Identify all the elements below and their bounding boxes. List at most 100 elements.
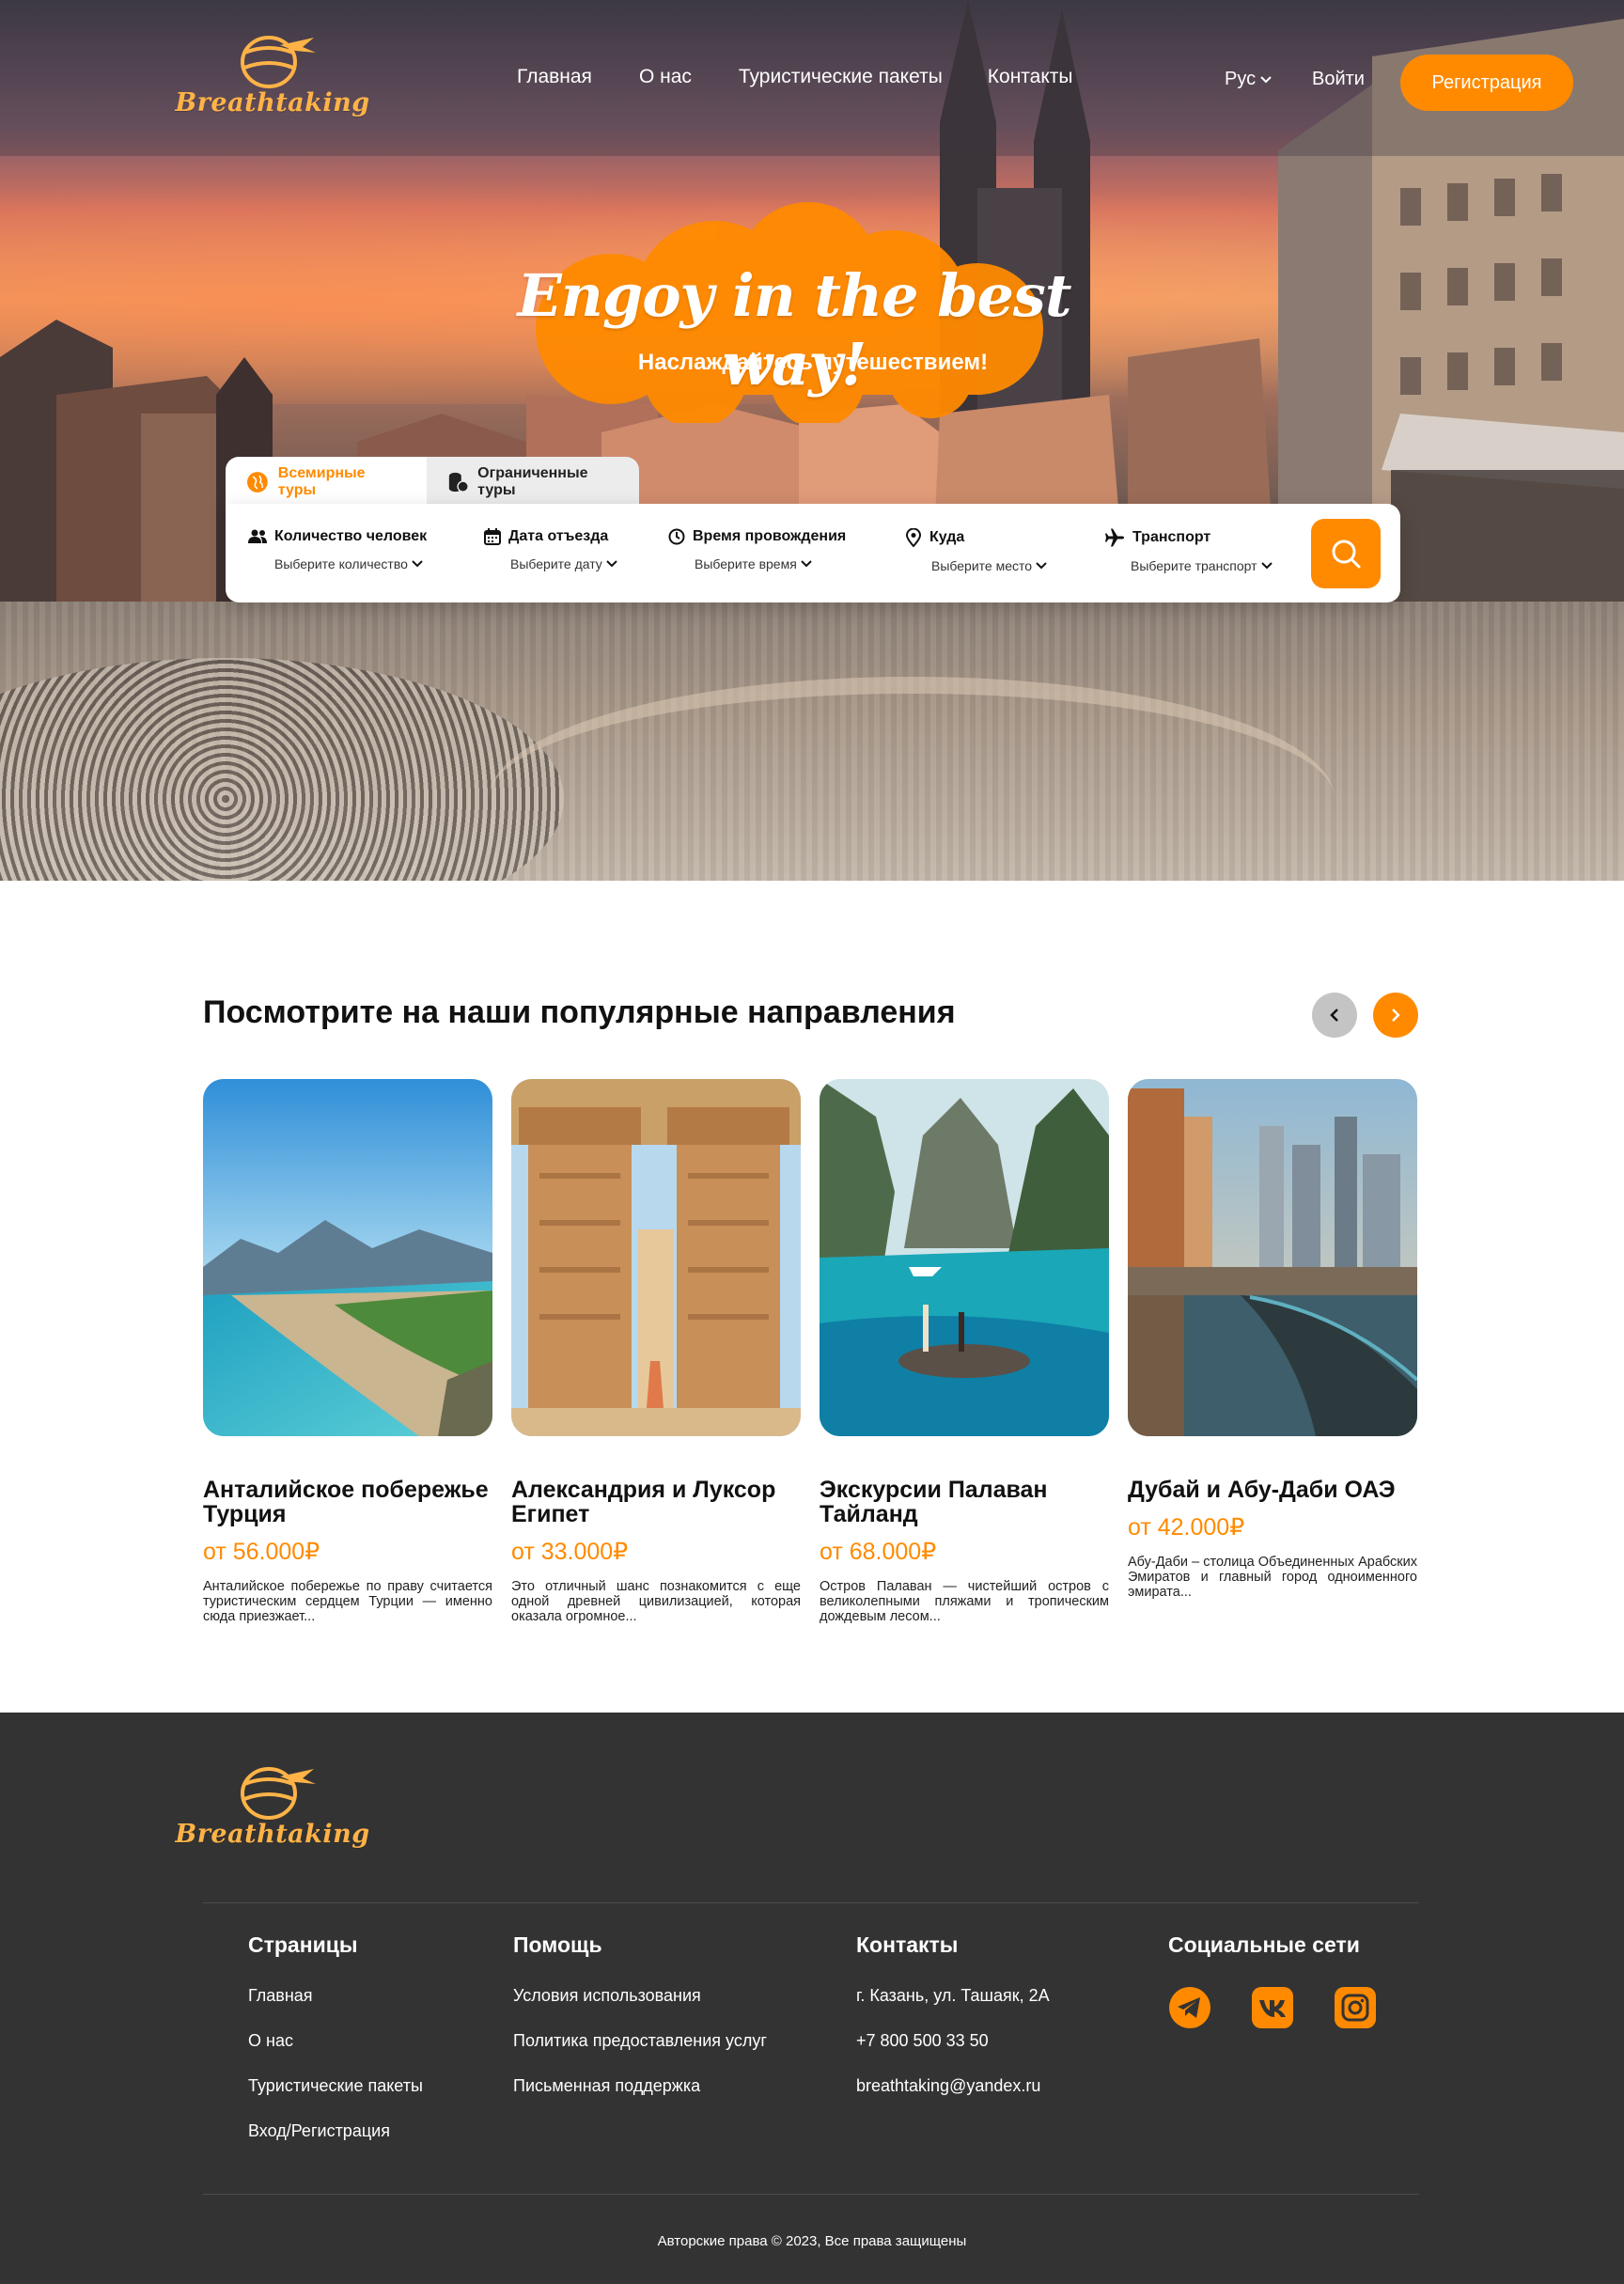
airplane-icon [1105,528,1124,547]
destination-image-luxor [511,1079,801,1436]
footer-link-login-register[interactable]: Вход/Регистрация [248,2121,423,2141]
footer-contact-address: г. Казань, ул. Ташаяк, 2А [856,1986,1050,2005]
footer-column-title: Страницы [248,1932,358,1957]
destination-title: Анталийское побережье Турция [203,1477,489,1527]
hero-slogan: Engoy in the best way! [517,261,1072,399]
field-transport[interactable]: Транспорт Выберите транспорт [1104,528,1273,573]
footer-brand-name: Breathtaking [175,1820,370,1849]
destination-card[interactable]: Экскурсии Палаван Тайланд от 68.000₽ Ост… [820,1079,1111,1624]
location-pin-icon [905,528,922,547]
field-departure-date[interactable]: Дата отъезда Выберите дату [484,528,617,571]
footer-column-title: Социальные сети [1168,1932,1360,1957]
destination-price: от 68.000₽ [820,1539,937,1565]
destination-card[interactable]: Анталийское побережье Турция от 56.000₽ … [203,1079,494,1624]
destination-image-antalya [203,1079,492,1436]
register-button[interactable]: Регистрация [1400,55,1573,111]
instagram-icon[interactable] [1334,1986,1377,2029]
tab-limited-tours[interactable]: Ограниченные туры [427,457,639,508]
carousel-prev-button[interactable] [1312,993,1357,1038]
footer-column-title: Помощь [513,1932,602,1957]
language-label: Рус [1225,69,1257,89]
destination-card[interactable]: Александрия и Луксор Египет от 33.000₽ Э… [511,1079,803,1624]
coins-icon [448,472,469,493]
login-link[interactable]: Войти [1312,69,1365,90]
destination-description: Анталийское побережье по праву считается… [203,1579,492,1624]
destination-price: от 33.000₽ [511,1539,629,1565]
destination-card[interactable]: Дубай и Абу-Даби ОАЭ от 42.000₽ Абу-Даби… [1128,1079,1419,1600]
field-people-count[interactable]: Количество человек Выберите количество [248,528,427,571]
nav-tour-packages[interactable]: Туристические пакеты [739,66,943,88]
social-links [1168,1986,1377,2029]
language-selector[interactable]: Рус [1225,69,1272,90]
field-destination-label: Куда [929,529,965,545]
clock-icon [668,528,685,545]
field-duration-label: Время провождения [693,528,847,544]
destination-image-palawan [820,1079,1109,1436]
header-logo[interactable]: Breathtaking [175,28,369,117]
chevron-down-icon [1036,562,1047,570]
nav-home[interactable]: Главная [517,66,592,88]
chevron-right-icon [1392,1009,1400,1022]
footer-column-contacts: Контакты г. Казань, ул. Ташаяк, 2А +7 80… [856,1932,1050,2121]
tour-type-tabs: Всемирные туры Ограниченные туры [226,457,639,508]
field-date-value: Выберите дату [510,556,602,571]
destination-image-dubai [1128,1079,1417,1436]
field-duration[interactable]: Время провождения Выберите время [668,528,846,571]
nav-contacts[interactable]: Контакты [988,66,1073,88]
calendar-icon [484,528,501,545]
tour-search-form: Количество человек Выберите количество Д… [226,504,1400,602]
destination-title: Александрия и Луксор Египет [511,1477,776,1527]
field-transport-value: Выберите транспорт [1131,558,1257,573]
footer-link-tour-packages[interactable]: Туристические пакеты [248,2076,423,2096]
footer-column-social: Социальные сети [1168,1932,1377,2029]
field-destination-value: Выберите место [931,558,1033,573]
destination-price: от 42.000₽ [1128,1514,1245,1541]
tab-world-tours[interactable]: Всемирные туры [226,457,427,508]
people-icon [248,529,267,543]
footer-link-service-policy[interactable]: Политика предоставления услуг [513,2031,767,2051]
chevron-left-icon [1330,1009,1338,1022]
footer-divider-top [203,1902,1419,1903]
main-nav: Главная О нас Туристические пакеты Конта… [517,66,1120,88]
field-date-label: Дата отъезда [508,528,609,544]
nav-about[interactable]: О нас [639,66,692,88]
footer-column-help: Помощь Условия использования Политика пр… [513,1932,767,2121]
search-button[interactable] [1311,519,1381,588]
vk-icon[interactable] [1251,1986,1294,2029]
destination-description: Это отличный шанс познакомится с еще одн… [511,1579,801,1624]
destination-description: Остров Палаван — чистейший остров с вели… [820,1579,1109,1624]
carousel-next-button[interactable] [1373,993,1418,1038]
chevron-down-icon [801,560,812,568]
chevron-down-icon [1260,75,1272,83]
globe-airplane-logo-icon [227,1760,318,1822]
footer-contact-phone[interactable]: +7 800 500 33 50 [856,2031,1050,2051]
tab-world-tours-label: Всемирные туры [277,465,366,498]
footer-link-about[interactable]: О нас [248,2031,423,2051]
chevron-down-icon [1260,562,1273,570]
footer-divider-bottom [203,2194,1419,2195]
field-duration-value: Выберите время [695,556,797,571]
footer-contact-email[interactable]: breathtaking@yandex.ru [856,2076,1050,2096]
telegram-icon[interactable] [1168,1986,1211,2029]
brand-name: Breathtaking [175,88,370,117]
globe-icon [246,472,268,493]
footer-link-written-support[interactable]: Письменная поддержка [513,2076,767,2096]
section-title-destinations: Посмотрите на наши популярные направлени… [203,994,956,1030]
field-people-value: Выберите количество [274,556,408,571]
tab-limited-tours-label: Ограниченные туры [477,465,588,498]
destination-description: Абу-Даби – столица Объединенных Арабских… [1128,1555,1417,1600]
destination-price: от 56.000₽ [203,1539,320,1565]
chevron-down-icon [412,560,423,568]
footer-column-title: Контакты [856,1932,959,1957]
globe-airplane-logo-icon [227,28,318,90]
copyright-text: Авторские права © 2023, Все права защище… [657,2233,967,2249]
footer-column-pages: Страницы Главная О нас Туристические пак… [248,1932,423,2167]
destination-title: Дубай и Абу-Даби ОАЭ [1128,1477,1396,1503]
field-transport-label: Транспорт [1132,529,1211,545]
footer-logo[interactable]: Breathtaking [175,1760,369,1849]
footer-link-home[interactable]: Главная [248,1986,423,2006]
field-destination[interactable]: Куда Выберите место [905,528,1047,573]
destination-title: Экскурсии Палаван Тайланд [820,1477,1048,1527]
footer-link-terms[interactable]: Условия использования [513,1986,767,2006]
search-icon [1332,540,1361,569]
